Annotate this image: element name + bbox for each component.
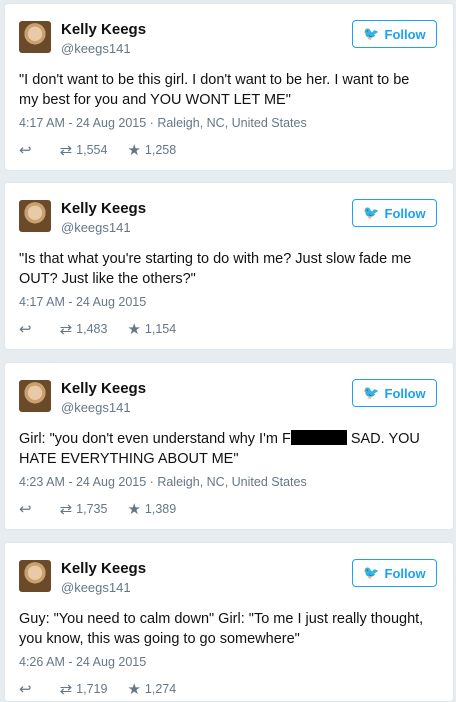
retweet-count: 1,483 — [76, 322, 108, 336]
redaction-bar — [290, 430, 347, 445]
tweet-card: Kelly Keegs @keegs141 🐦 Follow "I don't … — [4, 3, 454, 171]
tweet-card: Kelly Keegs @keegs141 🐦 Follow "Is that … — [4, 182, 454, 350]
retweet-button[interactable]: ⇄ 1,735 — [60, 500, 108, 518]
retweet-icon: ⇄ — [59, 142, 73, 159]
retweet-icon: ⇄ — [59, 321, 73, 338]
like-button[interactable]: ★ 1,274 — [127, 680, 176, 698]
reply-icon[interactable]: ↩ — [19, 680, 32, 698]
tweet-meta: 4:17 AM - 24 Aug 2015 — [19, 295, 146, 309]
tweet-feed: Kelly Keegs @keegs141 🐦 Follow "I don't … — [0, 0, 456, 702]
tweet-card: Kelly Keegs @keegs141 🐦 Follow Girl: "yo… — [4, 362, 454, 530]
tweet-text-before: Girl: "you don't even understand why I'm… — [19, 431, 291, 447]
tweet-actions: ↩ ⇄ 1,735 ★ 1,389 — [19, 500, 196, 518]
tweet-text: Guy: "You need to calm down" Girl: "To m… — [19, 611, 424, 647]
twitter-bird-icon: 🐦 — [363, 385, 380, 400]
star-icon: ★ — [127, 321, 141, 338]
retweet-button[interactable]: ⇄ 1,483 — [60, 320, 108, 338]
tweet-text: "Is that what you're starting to do with… — [19, 251, 412, 287]
user-handle[interactable]: @keegs141 — [61, 580, 131, 595]
display-name[interactable]: Kelly Keegs — [61, 380, 146, 397]
tweet-text: "I don't want to be this girl. I don't w… — [19, 72, 410, 108]
avatar[interactable] — [19, 21, 51, 53]
twitter-bird-icon: 🐦 — [363, 205, 380, 220]
like-count: 1,154 — [144, 322, 177, 336]
follow-button[interactable]: 🐦 Follow — [352, 559, 437, 587]
reply-icon[interactable]: ↩ — [19, 141, 32, 159]
tweet-card: Kelly Keegs @keegs141 🐦 Follow Guy: "You… — [4, 542, 454, 702]
tweet-meta: 4:23 AM - 24 Aug 2015 · Raleigh, NC, Uni… — [19, 475, 307, 489]
reply-icon[interactable]: ↩ — [19, 320, 32, 338]
tweet-timestamp[interactable]: 4:17 AM - 24 Aug 2015 — [19, 295, 146, 309]
avatar[interactable] — [19, 200, 51, 232]
tweet-timestamp[interactable]: 4:23 AM - 24 Aug 2015 — [19, 475, 146, 489]
retweet-icon: ⇄ — [59, 681, 73, 698]
like-count: 1,258 — [144, 143, 177, 157]
user-handle[interactable]: @keegs141 — [61, 41, 131, 56]
retweet-icon: ⇄ — [59, 501, 73, 518]
follow-button[interactable]: 🐦 Follow — [352, 20, 437, 48]
follow-button[interactable]: 🐦 Follow — [352, 379, 437, 407]
twitter-bird-icon: 🐦 — [363, 565, 380, 580]
tweet-meta: 4:17 AM - 24 Aug 2015 · Raleigh, NC, Uni… — [19, 116, 307, 130]
reply-icon[interactable]: ↩ — [19, 500, 32, 518]
follow-label: Follow — [384, 26, 426, 42]
avatar[interactable] — [19, 380, 51, 412]
like-count: 1,274 — [144, 682, 177, 696]
follow-button[interactable]: 🐦 Follow — [352, 199, 437, 227]
tweet-actions: ↩ ⇄ 1,483 ★ 1,154 — [19, 320, 196, 338]
user-handle[interactable]: @keegs141 — [61, 220, 131, 235]
tweet-meta: 4:26 AM - 24 Aug 2015 — [19, 655, 146, 669]
tweet-actions: ↩ ⇄ 1,554 ★ 1,258 — [19, 141, 196, 159]
tweet-timestamp[interactable]: 4:17 AM - 24 Aug 2015 — [19, 116, 146, 130]
tweet-location[interactable]: Raleigh, NC, United States — [157, 116, 306, 130]
tweet-timestamp[interactable]: 4:26 AM - 24 Aug 2015 — [19, 655, 146, 669]
follow-label: Follow — [384, 205, 426, 221]
tweet-text: Girl: "you don't even understand why I'm… — [19, 429, 431, 469]
retweet-button[interactable]: ⇄ 1,719 — [60, 680, 108, 698]
star-icon: ★ — [127, 681, 141, 698]
like-button[interactable]: ★ 1,154 — [127, 320, 176, 338]
user-handle[interactable]: @keegs141 — [61, 400, 131, 415]
retweet-button[interactable]: ⇄ 1,554 — [60, 141, 108, 159]
display-name[interactable]: Kelly Keegs — [61, 560, 146, 577]
retweet-count: 1,554 — [76, 143, 108, 157]
display-name[interactable]: Kelly Keegs — [61, 200, 146, 217]
retweet-count: 1,735 — [76, 502, 108, 516]
like-count: 1,389 — [144, 502, 177, 516]
like-button[interactable]: ★ 1,389 — [127, 500, 176, 518]
avatar[interactable] — [19, 560, 51, 592]
tweet-location[interactable]: Raleigh, NC, United States — [157, 475, 306, 489]
retweet-count: 1,719 — [76, 682, 108, 696]
like-button[interactable]: ★ 1,258 — [127, 141, 176, 159]
follow-label: Follow — [384, 565, 426, 581]
display-name[interactable]: Kelly Keegs — [61, 21, 146, 38]
follow-label: Follow — [384, 385, 426, 401]
twitter-bird-icon: 🐦 — [363, 26, 380, 41]
tweet-actions: ↩ ⇄ 1,719 ★ 1,274 — [19, 680, 196, 698]
star-icon: ★ — [127, 142, 141, 159]
star-icon: ★ — [127, 501, 141, 518]
